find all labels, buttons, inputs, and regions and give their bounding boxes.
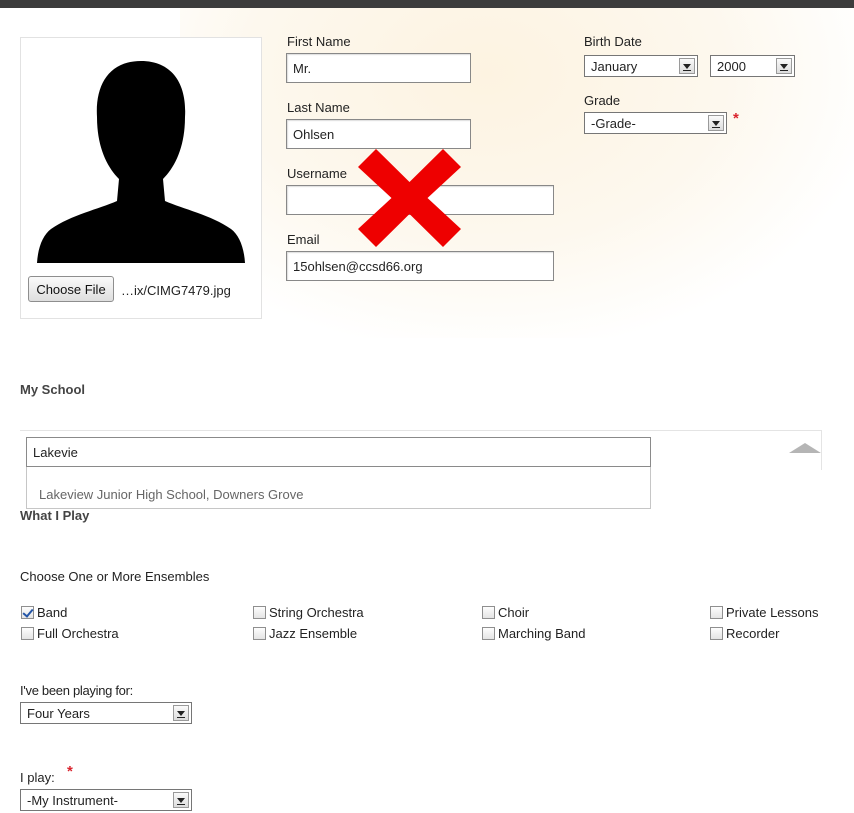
my-school-heading: My School	[20, 382, 86, 397]
ensemble-label: Full Orchestra	[37, 626, 119, 641]
ensemble-label: Recorder	[726, 626, 780, 641]
birth-month-value: January	[591, 59, 638, 74]
grade-required-mark: *	[733, 110, 739, 127]
birth-month-select[interactable]: January	[584, 55, 698, 77]
checkbox-checked[interactable]	[21, 606, 34, 619]
header-bar	[0, 0, 854, 8]
school-search-input[interactable]: Lakevie	[26, 437, 651, 467]
choose-file-button[interactable]: Choose File	[28, 276, 114, 302]
birth-year-value: 2000	[717, 59, 746, 74]
checkbox[interactable]	[253, 627, 266, 640]
birth-date-label: Birth Date	[584, 34, 642, 49]
first-name-field[interactable]: Mr.	[286, 53, 471, 83]
collapse-arrow-icon[interactable]	[789, 443, 821, 453]
ensemble-band-option[interactable]: Band	[21, 605, 67, 620]
ensemble-recorder-option[interactable]: Recorder	[710, 626, 779, 641]
checkbox[interactable]	[710, 606, 723, 619]
first-name-label: First Name	[287, 34, 351, 49]
ensembles-prompt: Choose One or More Ensembles	[20, 569, 210, 584]
grade-select[interactable]: -Grade-	[584, 112, 727, 134]
school-suggestions: Lakeview Junior High School, Downers Gro…	[26, 467, 651, 509]
checkbox[interactable]	[482, 627, 495, 640]
ensemble-label: Private Lessons	[726, 605, 819, 620]
suggestion-item[interactable]: Lakeview Junior High School, Downers Gro…	[39, 487, 303, 502]
birth-year-select[interactable]: 2000	[710, 55, 795, 77]
email-field[interactable]: 15ohlsen@ccsd66.org	[286, 251, 554, 281]
username-label: Username	[287, 166, 347, 181]
chevron-down-icon	[173, 705, 189, 721]
checkbox[interactable]	[482, 606, 495, 619]
ensemble-string-orchestra-option[interactable]: String Orchestra	[253, 605, 364, 620]
playing-for-value: Four Years	[27, 706, 90, 721]
ensemble-label: Band	[37, 605, 68, 620]
chevron-down-icon	[679, 58, 695, 74]
last-name-label: Last Name	[287, 100, 350, 115]
chevron-down-icon	[708, 115, 724, 131]
ensemble-choir-option[interactable]: Choir	[482, 605, 529, 620]
ensemble-label: Marching Band	[498, 626, 586, 641]
instrument-label: I play:	[20, 770, 55, 785]
checkbox[interactable]	[21, 627, 34, 640]
playing-for-label: I've been playing for:	[20, 683, 133, 698]
playing-for-select[interactable]: Four Years	[20, 702, 192, 724]
chevron-down-icon	[173, 792, 189, 808]
ensemble-full-orchestra-option[interactable]: Full Orchestra	[21, 626, 119, 641]
ensemble-label: Jazz Ensemble	[269, 626, 358, 641]
instrument-required-mark: *	[67, 763, 73, 780]
chevron-down-icon	[776, 58, 792, 74]
ensemble-marching-band-option[interactable]: Marching Band	[482, 626, 585, 641]
ensemble-jazz-ensemble-option[interactable]: Jazz Ensemble	[253, 626, 357, 641]
grade-value: -Grade-	[591, 116, 636, 131]
what-i-play-heading: What I Play	[20, 508, 90, 523]
email-label: Email	[287, 232, 320, 247]
profile-silhouette-icon	[37, 61, 245, 263]
ensemble-label: String Orchestra	[269, 605, 364, 620]
selected-file-name: …ix/CIMG7479.jpg	[121, 283, 231, 298]
ensemble-label: Choir	[498, 605, 530, 620]
red-cross-icon	[358, 149, 461, 247]
grade-label: Grade	[584, 93, 621, 108]
instrument-value: -My Instrument-	[27, 793, 119, 808]
checkbox[interactable]	[710, 627, 723, 640]
last-name-field[interactable]: Ohlsen	[286, 119, 471, 149]
checkbox[interactable]	[253, 606, 266, 619]
instrument-select[interactable]: -My Instrument-	[20, 789, 192, 811]
ensemble-private-lessons-option[interactable]: Private Lessons	[710, 605, 819, 620]
